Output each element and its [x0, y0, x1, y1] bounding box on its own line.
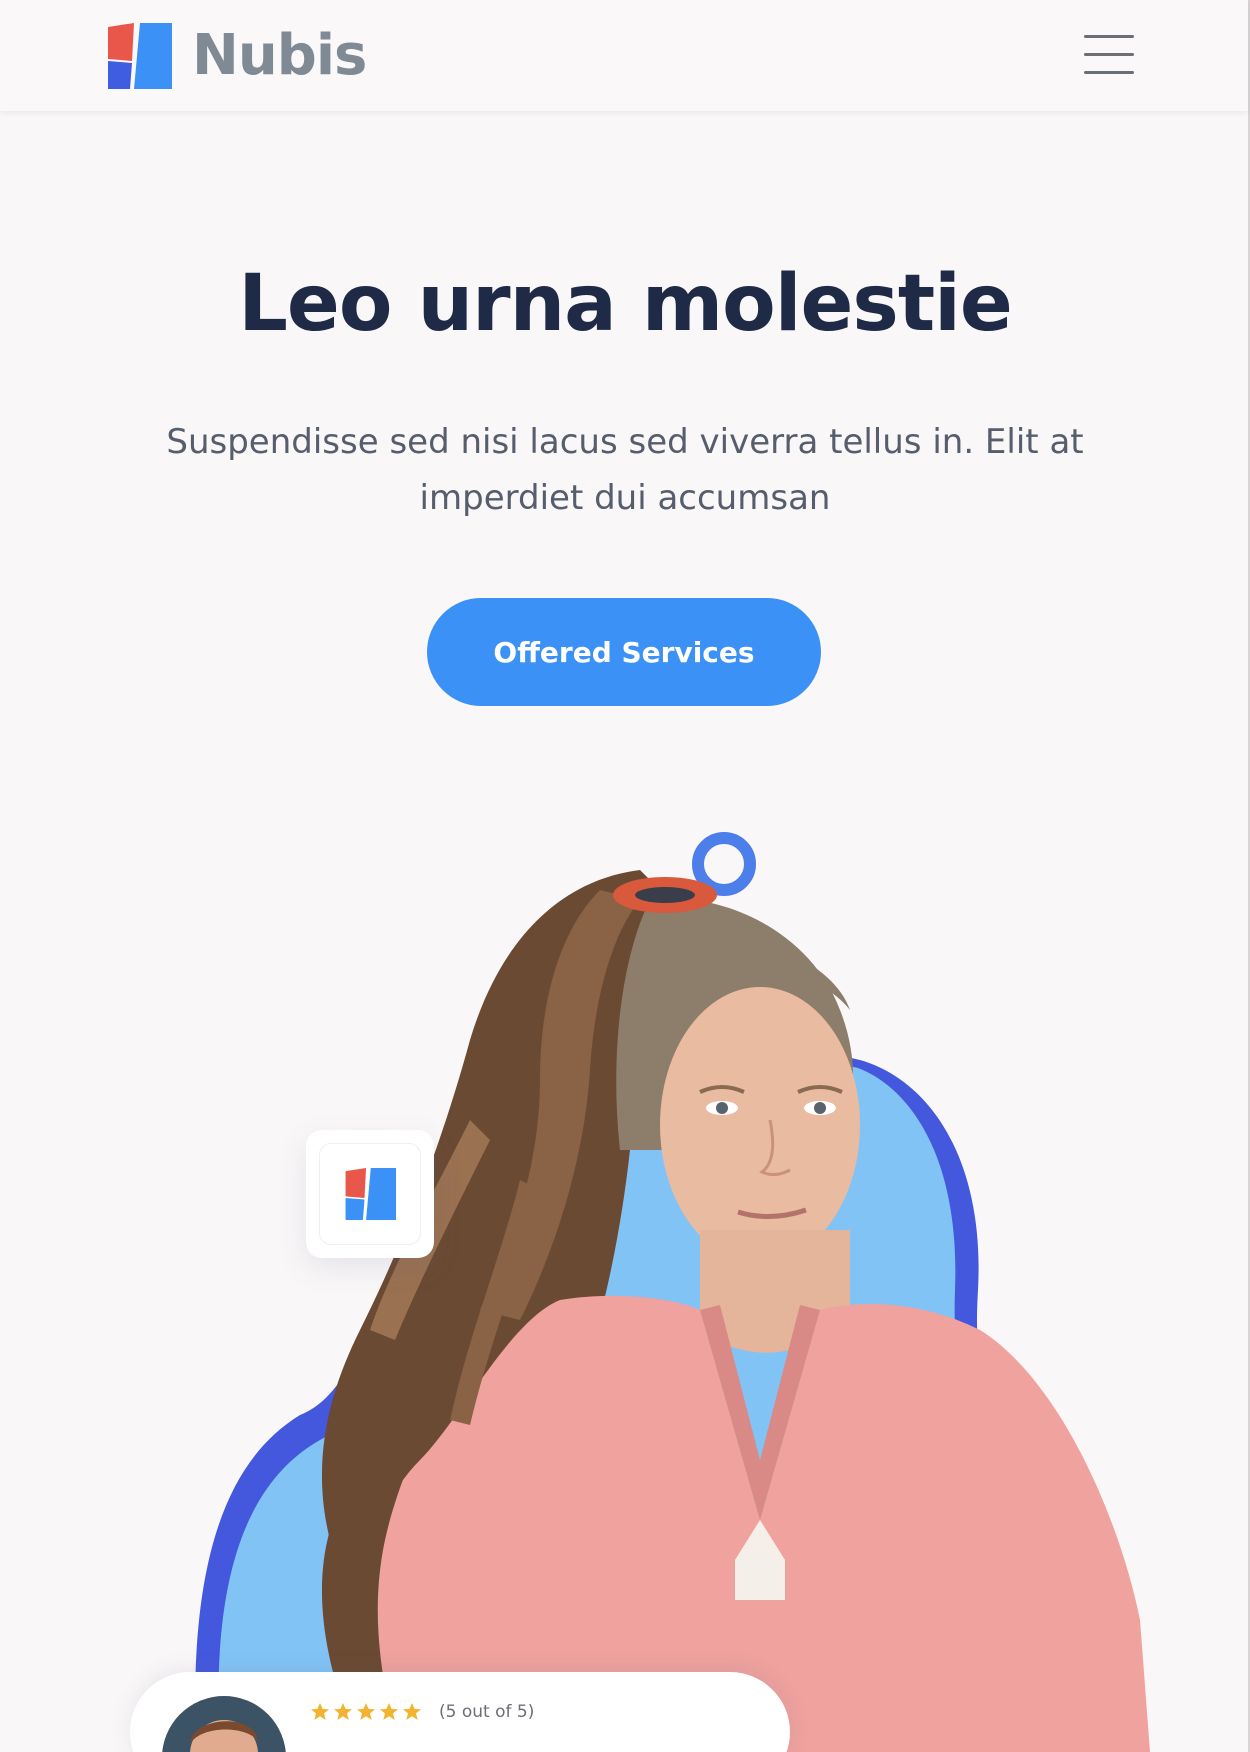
person-photo — [321, 870, 1150, 1752]
hero-subtitle: Suspendisse sed nisi lacus sed viverra t… — [166, 422, 1084, 518]
nubis-logo-icon — [345, 1168, 396, 1220]
site-header: Nubis — [0, 0, 1248, 111]
hero-illustration — [195, 832, 1150, 1752]
star-icon — [380, 1703, 398, 1720]
floating-logo-card — [306, 1130, 434, 1258]
nubis-logo-icon — [108, 23, 172, 89]
star-icon — [311, 1703, 329, 1720]
rating-text: (5 out of 5) — [439, 1702, 535, 1722]
hero-title: Leo urna molestie — [238, 259, 1013, 349]
page: Nubis Leo urna molestie Suspendisse sed … — [0, 0, 1250, 1752]
ring-decoration — [692, 832, 756, 896]
star-rating: (5 out of 5) — [310, 1702, 534, 1722]
review-card: (5 out of 5) — [130, 1672, 790, 1752]
star-icon — [403, 1703, 421, 1720]
brand-name: Nubis — [192, 23, 367, 88]
star-icon — [357, 1703, 375, 1720]
star-icon — [334, 1703, 352, 1720]
hamburger-menu-icon[interactable] — [1084, 33, 1134, 77]
floating-logo-inner — [319, 1143, 421, 1245]
brand-link[interactable]: Nubis — [106, 22, 367, 90]
offered-services-button[interactable]: Offered Services — [427, 598, 821, 706]
avatar — [162, 1696, 286, 1752]
